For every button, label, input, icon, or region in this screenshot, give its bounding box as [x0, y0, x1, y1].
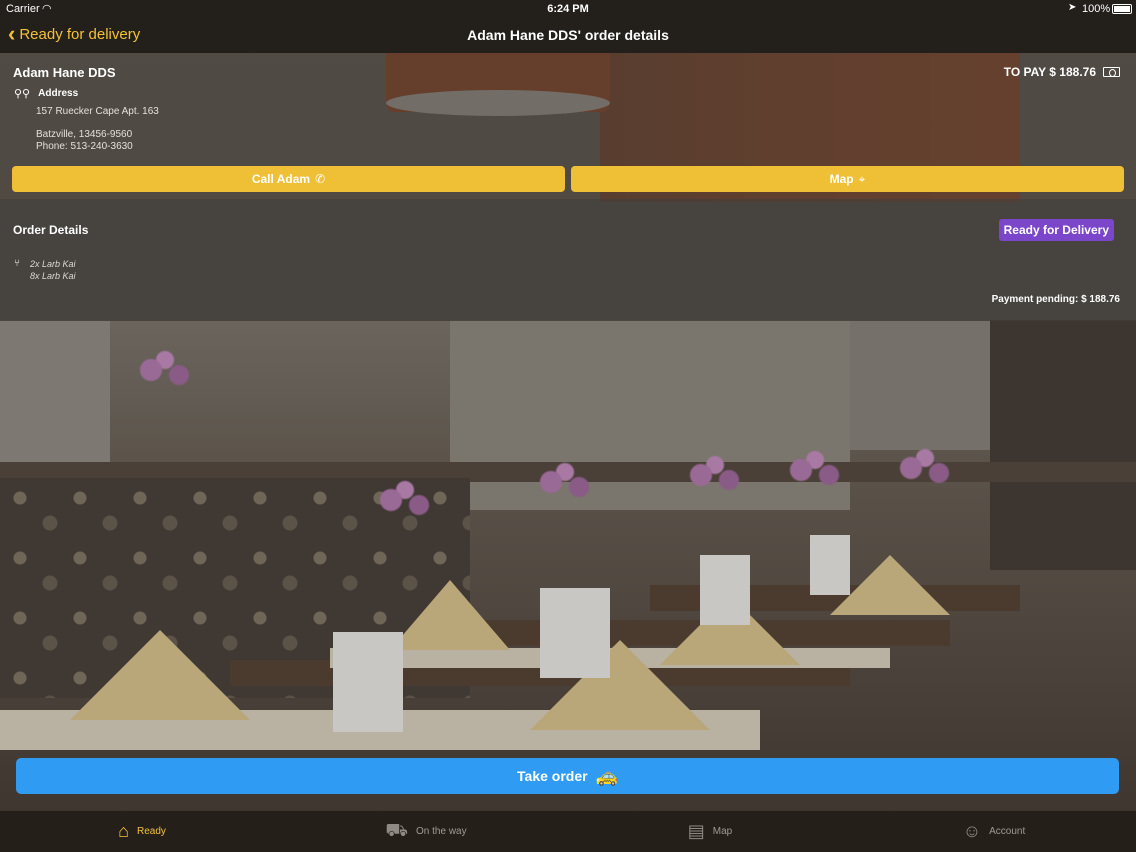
flower-pot	[333, 632, 403, 732]
page-title: Adam Hane DDS' order details	[467, 27, 669, 43]
bicycle-icon: ⚲⚲	[14, 88, 31, 100]
phone-icon: ✆	[315, 172, 326, 186]
flower-pot	[540, 588, 610, 678]
navigation-bar: ‹ Ready for delivery Adam Hane DDS' orde…	[0, 18, 1136, 53]
person-icon: ☺	[962, 821, 982, 841]
car-icon: ⛟	[385, 819, 409, 840]
order-details-panel: Order Details Ready for Delivery ⑂ 2x La…	[0, 199, 1136, 321]
amount-to-pay: TO PAY $ 188.76	[1004, 65, 1120, 79]
address-line-1: 157 Ruecker Cape Apt. 163	[36, 106, 159, 117]
order-item-list: 2x Larb Kai 8x Larb Kai	[30, 258, 76, 282]
order-item: 2x Larb Kai	[30, 259, 76, 269]
status-badge: Ready for Delivery	[998, 219, 1114, 241]
tab-label: Account	[989, 826, 1026, 837]
customer-info-panel: Adam Hane DDS TO PAY $ 188.76 ⚲⚲ Address…	[0, 53, 1136, 199]
to-pay-label: TO PAY $ 188.76	[1003, 65, 1096, 79]
tab-bar: ⌂ Ready ⛟ On the way ▤ Map ☺ Account	[0, 810, 1136, 852]
wall-panel	[850, 320, 990, 450]
tab-account[interactable]: ☺ Account	[852, 811, 1136, 852]
taxi-icon: 🚕	[595, 765, 618, 786]
address-block: 157 Ruecker Cape Apt. 163 Batzville, 134…	[36, 106, 159, 153]
tab-ready[interactable]: ⌂ Ready	[0, 811, 284, 852]
flower-pot	[810, 535, 850, 595]
payment-pending: Payment pending: $ 188.76	[991, 294, 1120, 305]
customer-name: Adam Hane DDS	[13, 65, 116, 80]
curtain	[990, 320, 1136, 570]
address-label: Address	[38, 88, 79, 99]
phone-number: Phone: 513-240-3630	[36, 141, 133, 152]
store-icon: ⌂	[118, 821, 129, 841]
orchid-flower	[890, 448, 960, 498]
orchid-flower	[370, 480, 440, 530]
call-button-label: Call Adam	[251, 172, 311, 186]
order-details-title: Order Details	[13, 223, 89, 237]
map-button-label: Map	[829, 172, 854, 186]
wall-panel	[0, 320, 110, 470]
cash-icon	[1103, 67, 1120, 77]
tab-label: Ready	[136, 826, 166, 837]
call-customer-button[interactable]: Call Adam ✆	[12, 166, 565, 192]
status-bar: Carrier ◠ 6:24 PM ➤ 100%	[0, 0, 1136, 18]
orchid-flower	[130, 350, 200, 400]
address-line-2: Batzville, 13456-9560	[36, 129, 133, 140]
location-pin-icon: ⌖	[858, 171, 866, 186]
flower-pot	[700, 555, 750, 625]
order-item: 8x Larb Kai	[30, 271, 76, 281]
tab-label: Map	[712, 826, 733, 837]
tab-map[interactable]: ▤ Map	[568, 811, 852, 852]
battery-icon	[1112, 4, 1132, 14]
orchid-flower	[680, 455, 750, 505]
fork-knife-icon: ⑂	[14, 258, 20, 269]
map-button[interactable]: Map ⌖	[571, 166, 1124, 192]
take-order-button[interactable]: Take order 🚕	[16, 758, 1119, 794]
napkin	[70, 630, 250, 720]
address-header: ⚲⚲ Address	[14, 87, 78, 100]
map-icon: ▤	[687, 821, 705, 841]
tab-on-the-way[interactable]: ⛟ On the way	[284, 811, 568, 852]
orchid-flower	[530, 462, 600, 512]
order-items: ⑂ 2x Larb Kai 8x Larb Kai	[14, 258, 76, 282]
napkin	[390, 580, 510, 650]
tab-label: On the way	[416, 826, 467, 837]
take-order-label: Take order	[517, 768, 588, 784]
battery-percentage: 100%	[1082, 3, 1111, 15]
location-arrow-icon: ➤	[1068, 2, 1077, 13]
orchid-flower	[780, 450, 850, 500]
clock: 6:24 PM	[547, 3, 589, 15]
